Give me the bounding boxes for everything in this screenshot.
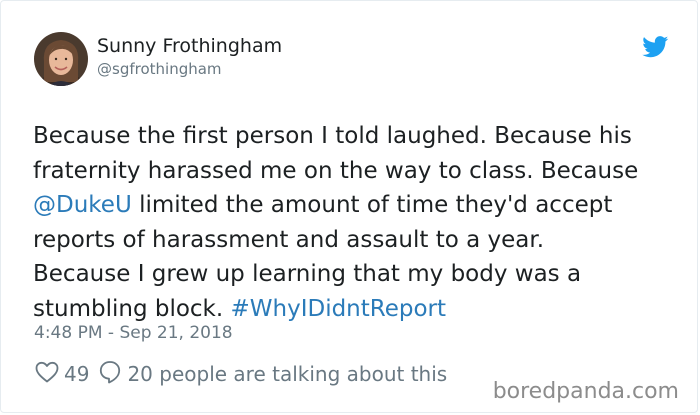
author-handle[interactable]: @sgfrothingham [97,60,222,78]
tweet-line-text: stumbling block. [33,295,231,322]
tweet-line: Because I grew up learning that my body … [33,261,582,287]
tweet-actions: 49 20 people are talking about this [35,360,447,389]
tweet-line: stumbling block. #WhyIDidntReport [33,292,683,327]
tweet-line: @DukeU limited the amount of time they'd… [33,188,683,223]
tweet-line-text: limited the amount of time they'd accept [131,192,613,218]
tweet-line: fraternity harassed me on the way to cla… [33,157,639,184]
likes-count[interactable]: 49 [64,362,89,386]
author-avatar[interactable] [34,32,88,86]
mention-link[interactable]: @DukeU [33,192,132,218]
talking-count-text[interactable]: 20 people are talking about this [127,362,447,386]
tweet-line: Because the first person I told laughed.… [33,123,632,149]
author-name[interactable]: Sunny Frothingham [97,35,282,57]
tweet-line: reports of harassment and assault to a y… [33,226,545,253]
user-avatar-photo-icon [34,32,88,86]
tweet-card: Sunny Frothingham @sgfrothingham Because… [0,0,698,413]
heart-icon[interactable] [35,361,59,388]
watermark-text: boredpanda.com [492,379,679,404]
tweet-timestamp[interactable]: 4:48 PM - Sep 21, 2018 [34,323,233,343]
speech-bubble-icon[interactable] [99,360,121,389]
tweet-text: Because the first person I told laughed.… [33,119,683,326]
hashtag-link[interactable]: #WhyIDidntReport [231,296,447,322]
twitter-bird-icon[interactable] [642,36,669,58]
